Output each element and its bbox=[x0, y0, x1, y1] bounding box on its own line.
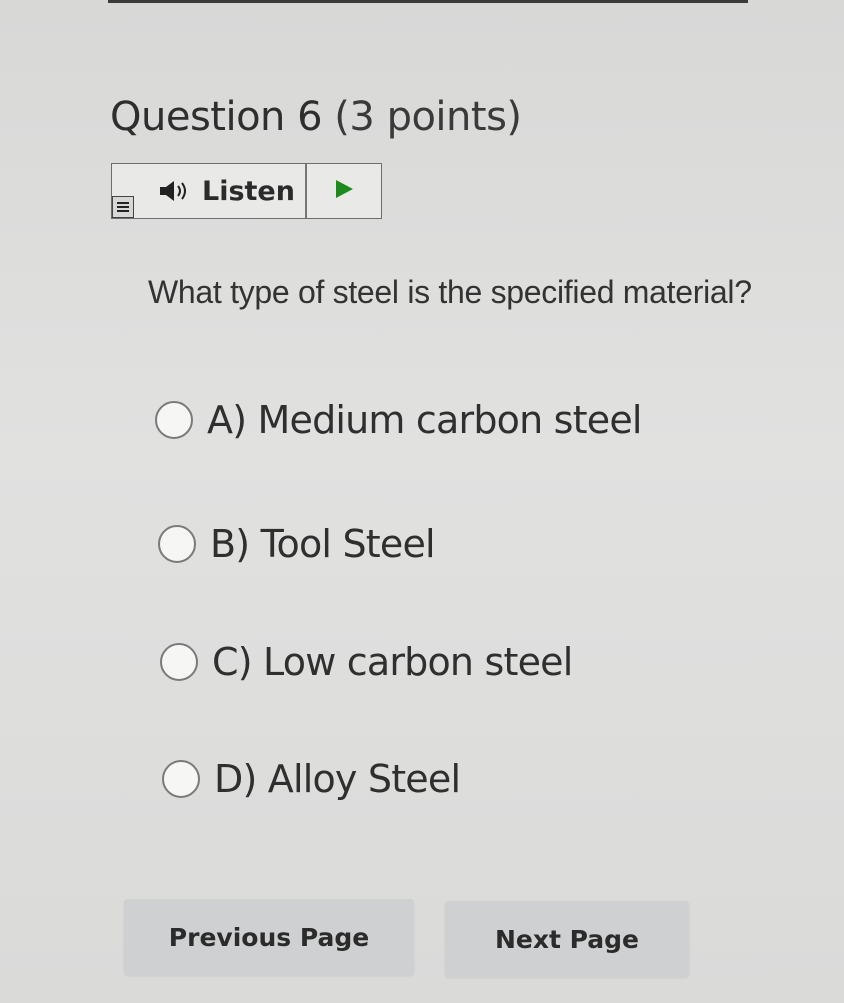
radio-button-c[interactable] bbox=[160, 643, 198, 681]
option-label: C) Low carbon steel bbox=[212, 640, 573, 684]
question-title: Question 6 (3 points) bbox=[110, 94, 522, 140]
top-divider bbox=[108, 0, 748, 3]
listen-button[interactable]: Listen bbox=[158, 164, 295, 218]
question-text: What type of steel is the specified mate… bbox=[148, 274, 752, 310]
next-page-button[interactable]: Next Page bbox=[445, 901, 689, 977]
play-button[interactable] bbox=[307, 164, 381, 218]
radio-button-d[interactable] bbox=[162, 760, 200, 798]
menu-icon[interactable] bbox=[112, 196, 134, 218]
play-icon bbox=[333, 178, 355, 205]
option-b[interactable]: B) Tool Steel bbox=[158, 522, 436, 566]
listen-label: Listen bbox=[202, 175, 295, 207]
radio-button-b[interactable] bbox=[158, 525, 196, 563]
option-label: A) Medium carbon steel bbox=[207, 398, 642, 442]
option-a[interactable]: A) Medium carbon steel bbox=[155, 398, 642, 442]
question-points: (3 points) bbox=[334, 94, 522, 140]
speaker-icon bbox=[158, 179, 192, 203]
option-c[interactable]: C) Low carbon steel bbox=[160, 640, 573, 684]
radio-button-a[interactable] bbox=[155, 401, 193, 439]
previous-page-button[interactable]: Previous Page bbox=[124, 899, 414, 975]
option-label: B) Tool Steel bbox=[210, 522, 436, 566]
listen-widget: Listen bbox=[111, 163, 382, 219]
option-label: D) Alloy Steel bbox=[214, 757, 461, 801]
question-number: Question 6 bbox=[110, 94, 323, 140]
option-d[interactable]: D) Alloy Steel bbox=[162, 757, 461, 801]
